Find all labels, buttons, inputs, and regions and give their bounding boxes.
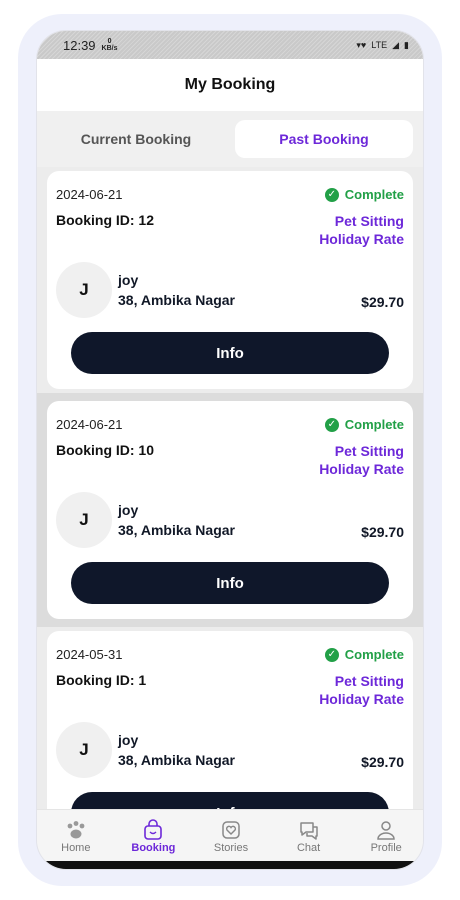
booking-card-wrap: 2024-05-31 ✓ Complete Booking ID: 1 Pet … [37,627,423,837]
avatar: J [56,722,112,778]
booking-card-wrap: 2024-06-21 ✓ Complete Booking ID: 10 Pet… [37,393,423,627]
info-button[interactable]: Info [71,562,389,604]
paw-icon [65,818,87,842]
nav-home[interactable]: Home [41,818,111,854]
phone-screen: 12:39 0 KB/s ▾♥ LTE ◢ ▮ My Booking Curre… [36,30,424,870]
customer-info: joy 38, Ambika Nagar [118,270,361,310]
booking-card[interactable]: 2024-06-21 ✓ Complete Booking ID: 10 Pet… [47,401,413,619]
netspeed: 0 KB/s [101,38,118,52]
status-icons: ▾♥ LTE ◢ ▮ [356,40,409,51]
heart-icon [220,818,242,842]
battery-icon: ▮ [404,39,409,50]
check-circle-icon: ✓ [324,417,339,432]
bag-icon [142,818,164,842]
chat-icon [298,818,320,842]
customer-info: joy 38, Ambika Nagar [118,500,361,540]
status-badge: ✓ Complete [324,647,404,662]
tab-past-booking[interactable]: Past Booking [235,120,413,158]
status-badge: ✓ Complete [324,417,404,432]
customer-address: 38, Ambika Nagar [118,752,235,768]
customer-name: joy [118,272,139,288]
nav-stories[interactable]: Stories [196,818,266,854]
customer-info: joy 38, Ambika Nagar [118,730,361,770]
booking-id: Booking ID: 1 [56,672,147,688]
network-label: LTE [371,40,388,50]
signal-icon: ◢ [392,39,400,50]
wifi-icon: ▾♥ [356,39,367,50]
booking-card[interactable]: 2024-06-21 ✓ Complete Booking ID: 12 Pet… [47,171,413,389]
booking-price: $29.70 [361,294,404,310]
page-title: My Booking [37,59,423,111]
booking-card[interactable]: 2024-05-31 ✓ Complete Booking ID: 1 Pet … [47,631,413,837]
service-name: Pet Sitting Holiday Rate [319,443,404,477]
bottom-nav: Home Booking Stories Chat Profile [37,809,423,861]
customer-name: joy [118,732,139,748]
booking-id: Booking ID: 10 [56,442,155,458]
booking-id: Booking ID: 12 [56,212,155,228]
status-time: 12:39 [63,37,96,53]
booking-price: $29.70 [361,524,404,540]
booking-price: $29.70 [361,754,404,770]
nav-chat[interactable]: Chat [274,818,344,854]
system-nav-bar [37,861,423,869]
customer-address: 38, Ambika Nagar [118,522,235,538]
booking-date: 2024-05-31 [56,647,123,662]
booking-date: 2024-06-21 [56,417,123,432]
check-circle-icon: ✓ [324,187,339,202]
nav-booking[interactable]: Booking [118,818,188,854]
check-circle-icon: ✓ [324,647,339,662]
status-badge: ✓ Complete [324,187,404,202]
tab-current-booking[interactable]: Current Booking [47,120,225,158]
customer-address: 38, Ambika Nagar [118,292,235,308]
avatar: J [56,262,112,318]
customer-name: joy [118,502,139,518]
nav-profile[interactable]: Profile [351,818,421,854]
status-bar: 12:39 0 KB/s ▾♥ LTE ◢ ▮ [37,31,423,59]
person-icon [375,818,397,842]
service-name: Pet Sitting Holiday Rate [319,673,404,707]
booking-date: 2024-06-21 [56,187,123,202]
info-button[interactable]: Info [71,332,389,374]
avatar: J [56,492,112,548]
booking-list[interactable]: 2024-06-21 ✓ Complete Booking ID: 12 Pet… [37,167,423,837]
booking-card-wrap: 2024-06-21 ✓ Complete Booking ID: 12 Pet… [37,167,423,393]
service-name: Pet Sitting Holiday Rate [319,213,404,247]
booking-tabs: Current Booking Past Booking [37,111,423,167]
